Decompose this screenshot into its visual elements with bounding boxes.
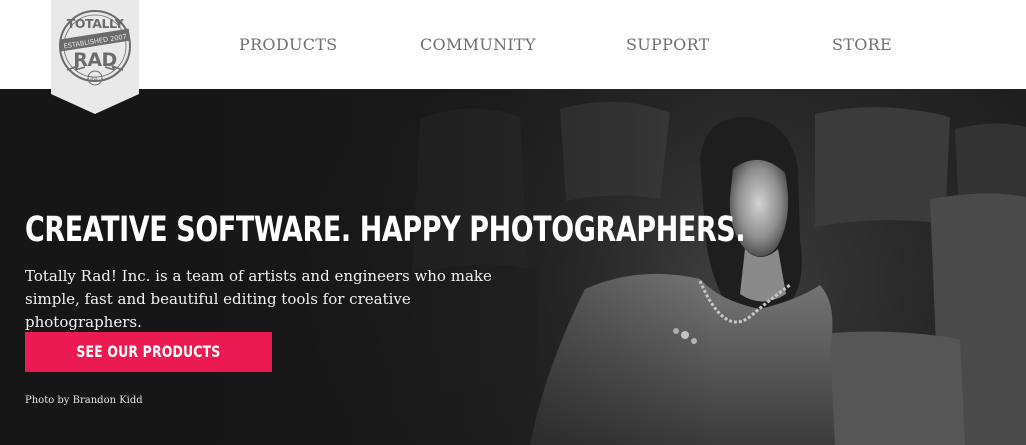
nav-item-support[interactable]: SUPPORT	[626, 34, 710, 56]
hero-banner: CREATIVE SOFTWARE. HAPPY PHOTOGRAPHERS. …	[0, 89, 1026, 445]
photo-credit: Photo by Brandon Kidd	[25, 395, 143, 406]
nav-item-community[interactable]: COMMUNITY	[420, 34, 536, 56]
logo-text-inc: INC	[90, 77, 100, 83]
hero-headline: CREATIVE SOFTWARE. HAPPY PHOTOGRAPHERS.	[25, 210, 746, 250]
hero-description: Totally Rad! Inc. is a team of artists a…	[25, 267, 492, 331]
nav-item-store[interactable]: STORE	[832, 34, 892, 56]
top-navigation-bar: PRODUCTS COMMUNITY SUPPORT STORE	[0, 0, 1026, 89]
see-our-products-label: SEE OUR PRODUCTS	[76, 342, 221, 361]
logo-text-totally: TOTALLY	[67, 16, 125, 31]
totally-rad-logo[interactable]: TOTALLY ESTABLISHED 2007 RAD INC	[51, 0, 139, 114]
nav-item-products[interactable]: PRODUCTS	[239, 34, 338, 56]
totally-rad-badge-logo-icon: TOTALLY ESTABLISHED 2007 RAD INC	[51, 0, 139, 114]
see-our-products-button[interactable]: SEE OUR PRODUCTS	[25, 332, 272, 372]
logo-text-rad: RAD	[73, 49, 117, 71]
